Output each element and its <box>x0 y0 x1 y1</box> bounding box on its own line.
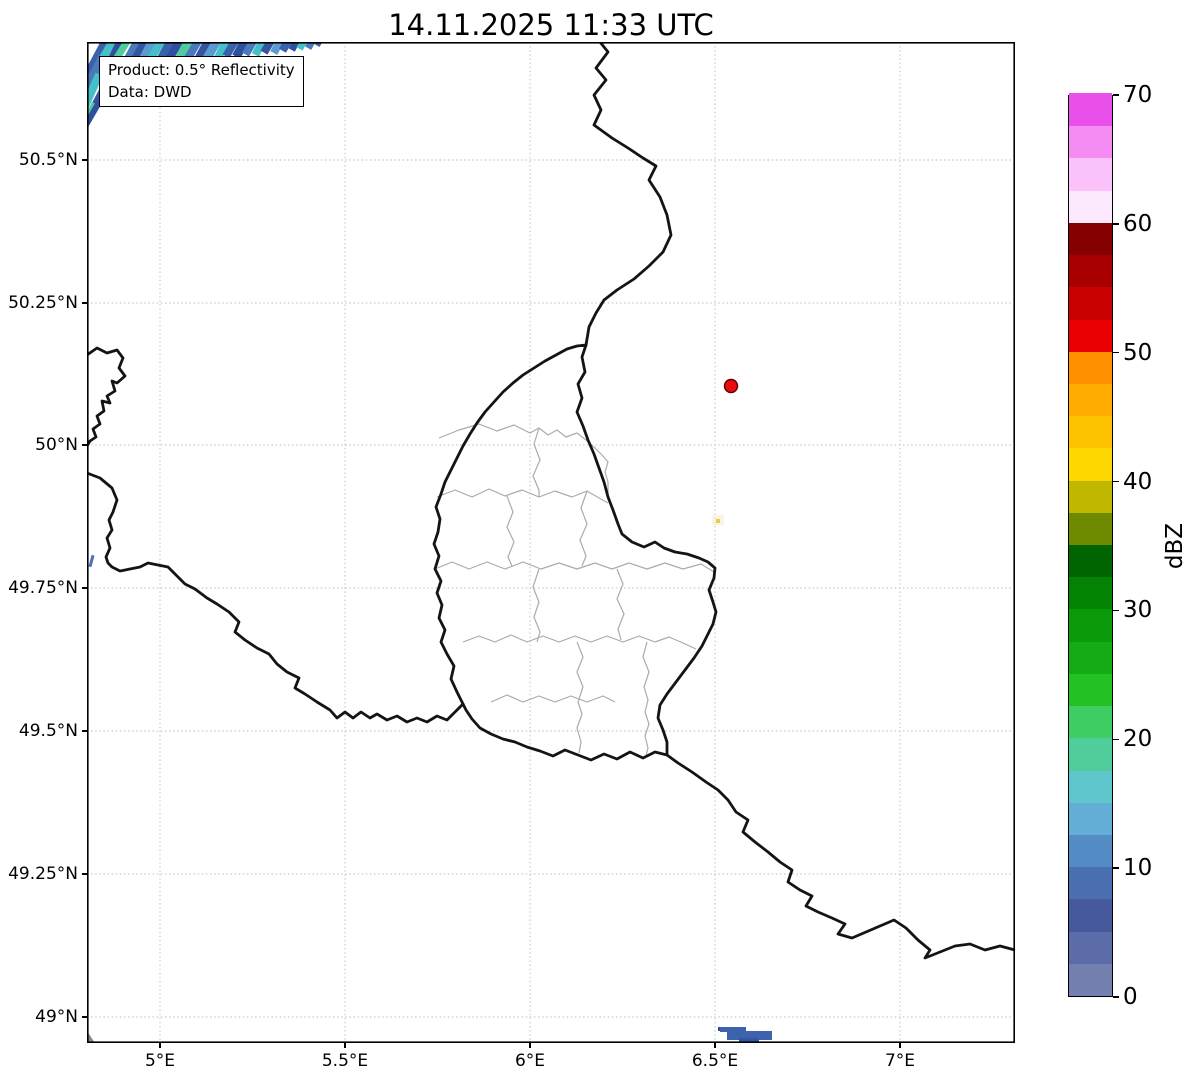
radar-echo-blob <box>716 519 720 523</box>
colorbar-tick-mark <box>1113 223 1119 225</box>
colorbar-tick-label: 20 <box>1123 726 1153 753</box>
colorbar-color-block <box>1069 576 1112 610</box>
canton-border-path <box>576 641 584 754</box>
colorbar-color-block <box>1069 157 1112 191</box>
lon-tick-mark <box>714 1043 716 1048</box>
colorbar-color-block <box>1069 318 1112 352</box>
canton-border-path <box>642 641 650 757</box>
lon-tick-mark <box>159 1043 161 1048</box>
radar-echo-streak <box>88 554 95 568</box>
map-frame <box>87 42 1015 1043</box>
product-label: Product: 0.5° Reflectivity <box>108 61 295 79</box>
lat-tick-mark <box>82 302 87 304</box>
colorbar-unit-label: dBZ <box>1162 522 1188 570</box>
colorbar-tick-label: 30 <box>1123 597 1153 624</box>
lon-tick-label: 5.5°E <box>321 1051 369 1071</box>
colorbar-color-block <box>1069 415 1112 449</box>
canton-border-path <box>436 488 609 504</box>
colorbar-color-block <box>1069 351 1112 384</box>
canton-border-path <box>434 561 715 573</box>
colorbar-color-block <box>1069 673 1112 707</box>
colorbar-tick-mark <box>1113 996 1119 998</box>
product-info-box: Product: 0.5° Reflectivity Data: DWD <box>99 56 304 107</box>
colorbar-color-block <box>1069 383 1112 417</box>
lon-tick-mark <box>529 1043 531 1048</box>
colorbar-color-block <box>1069 737 1112 771</box>
canton-border-path <box>532 427 541 497</box>
colorbar-color-block <box>1069 512 1112 545</box>
colorbar-tick-label: 10 <box>1123 855 1153 882</box>
colorbar <box>1068 93 1113 997</box>
lon-tick-mark <box>344 1043 346 1048</box>
colorbar-tick-label: 50 <box>1123 339 1153 366</box>
colorbar-color-block <box>1069 125 1112 159</box>
lat-tick-label: 49.25°N <box>8 864 78 884</box>
canton-border-path <box>438 423 587 441</box>
colorbar-tick-mark <box>1113 738 1119 741</box>
belgium-germany-border <box>584 42 673 347</box>
lat-tick-label: 50.25°N <box>8 293 78 313</box>
canton-border-path <box>616 568 625 641</box>
lon-tick-label: 7°E <box>884 1051 916 1071</box>
colorbar-color-block <box>1069 93 1112 127</box>
colorbar-color-block <box>1069 544 1112 578</box>
canton-border-path <box>506 495 515 567</box>
colorbar-tick-mark <box>1113 94 1119 96</box>
canton-border-path <box>579 490 588 567</box>
canton-border-path <box>490 694 616 703</box>
colorbar-color-block <box>1069 705 1112 739</box>
colorbar-color-block <box>1069 898 1112 932</box>
lat-tick-mark <box>82 444 87 446</box>
colorbar-color-block <box>1069 479 1112 513</box>
colorbar-tick-mark <box>1113 609 1119 612</box>
lat-tick-mark <box>82 159 87 161</box>
colorbar-color-block <box>1069 254 1112 288</box>
lon-tick-label: 6.5°E <box>691 1051 739 1071</box>
radar-map-figure: 14.11.2025 11:33 UTC Product: 0.5° Refle… <box>0 0 1202 1081</box>
colorbar-color-block <box>1069 190 1112 223</box>
colorbar-color-block <box>1069 769 1112 803</box>
colorbar-gradient <box>1069 93 1112 996</box>
lat-tick-label: 49°N <box>35 1007 78 1027</box>
colorbar-tick-mark <box>1113 867 1119 869</box>
lat-tick-label: 49.75°N <box>8 578 78 598</box>
lat-tick-label: 50.5°N <box>18 150 78 170</box>
colorbar-color-block <box>1069 608 1112 642</box>
colorbar-color-block <box>1069 802 1112 835</box>
lat-tick-mark <box>82 730 87 732</box>
lat-tick-label: 50°N <box>35 435 78 455</box>
plot-title: 14.11.2025 11:33 UTC <box>388 8 714 42</box>
colorbar-color-block <box>1069 641 1112 674</box>
colorbar-color-block <box>1069 866 1112 900</box>
lon-tick-mark <box>899 1043 901 1048</box>
colorbar-tick-mark <box>1113 480 1119 483</box>
colorbar-tick-mark <box>1113 351 1119 354</box>
colorbar-color-block <box>1069 286 1112 320</box>
canton-border-path <box>532 568 541 643</box>
colorbar-color-block <box>1069 963 1112 996</box>
france-belgium-border <box>87 471 465 724</box>
lat-tick-mark <box>82 587 87 589</box>
lat-tick-mark <box>82 873 87 875</box>
colorbar-color-block <box>1069 447 1112 481</box>
colorbar-color-block <box>1069 222 1112 256</box>
colorbar-tick-label: 60 <box>1123 210 1153 237</box>
map-canvas <box>87 42 1015 1043</box>
colorbar-tick-label: 70 <box>1123 82 1153 108</box>
lat-tick-label: 49.5°N <box>18 721 78 741</box>
data-source-label: Data: DWD <box>108 83 192 101</box>
lon-tick-label: 6°E <box>514 1051 546 1071</box>
lat-tick-mark <box>82 1016 87 1018</box>
colorbar-color-block <box>1069 930 1112 964</box>
colorbar-tick-label: 0 <box>1123 984 1138 1010</box>
france-germany-border <box>665 753 1015 960</box>
colorbar-tick-label: 40 <box>1123 468 1153 495</box>
colorbar-color-block <box>1069 834 1112 868</box>
lon-tick-label: 5°E <box>144 1051 176 1071</box>
france-belgium-border-givet <box>87 346 127 448</box>
radar-site-marker <box>723 378 739 394</box>
